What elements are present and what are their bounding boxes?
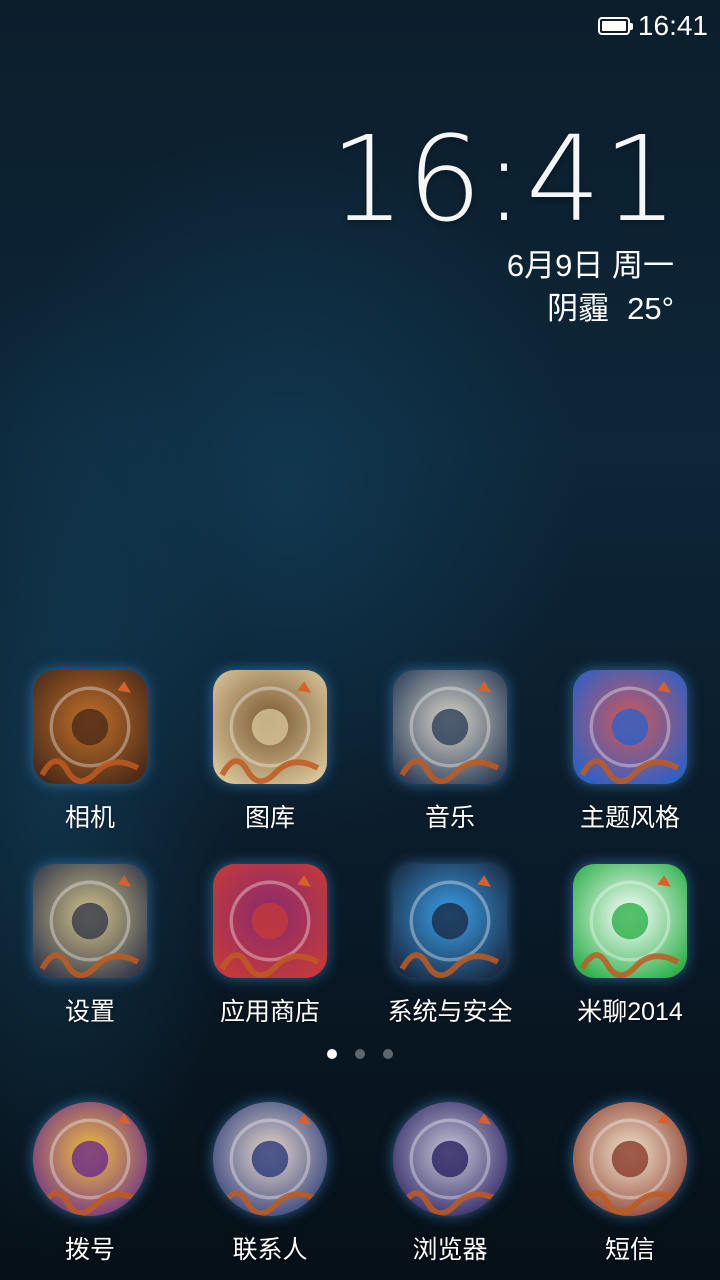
app-label: 米聊2014	[577, 998, 683, 1026]
app-label: 图库	[244, 804, 295, 832]
weather-condition: 阴霾	[547, 291, 610, 326]
app-label: 系统与安全	[387, 998, 513, 1026]
page-dot-0[interactable]	[327, 1049, 337, 1059]
status-time: 16:41	[637, 10, 708, 41]
app-label: 拨号	[64, 1236, 115, 1264]
dock-app-2[interactable]: 浏览器	[360, 1090, 540, 1280]
home-app-6[interactable]: 系统与安全	[360, 854, 540, 1048]
pipa-lute-icon	[393, 670, 507, 784]
home-app-4[interactable]: 设置	[0, 854, 180, 1048]
miliao-icon	[573, 864, 687, 978]
dock: 拨号 联系人 浏览器 短信	[0, 1090, 720, 1280]
home-app-0[interactable]: 相机	[0, 660, 180, 854]
contacts-portrait-icon	[213, 1102, 327, 1216]
vajra-settings-icon	[33, 864, 147, 978]
home-app-5[interactable]: 应用商店	[180, 854, 360, 1048]
battery-icon	[598, 17, 633, 35]
clock-widget-time[interactable]: 16:41	[330, 110, 680, 248]
dock-app-3[interactable]: 短信	[540, 1090, 720, 1280]
clock-widget-date: 6月9日 周一	[506, 248, 674, 283]
theme-cards-icon	[573, 670, 687, 784]
browser-moon-icon	[393, 1102, 507, 1216]
camera-hand-icon	[33, 670, 147, 784]
sms-scroll-icon	[573, 1102, 687, 1216]
app-label: 浏览器	[412, 1236, 488, 1264]
page-dot-1[interactable]	[355, 1049, 365, 1059]
banner-store-icon	[213, 864, 327, 978]
app-label: 短信	[604, 1236, 655, 1264]
page-dot-2[interactable]	[383, 1049, 393, 1059]
page-indicator[interactable]	[0, 1049, 720, 1059]
dock-app-1[interactable]: 联系人	[180, 1090, 360, 1280]
weather-widget[interactable]: 阴霾 25°	[547, 283, 674, 328]
home-app-7[interactable]: 米聊2014	[540, 854, 720, 1048]
app-label: 音乐	[424, 804, 475, 832]
app-label: 应用商店	[219, 998, 320, 1026]
weather-temperature: 25°	[627, 291, 674, 326]
gallery-scroll-icon	[213, 670, 327, 784]
app-grid: 相机 图库 音乐 主题风格 设置 应用商店 系统与安全 米聊2014	[0, 660, 720, 1048]
home-app-3[interactable]: 主题风格	[540, 660, 720, 854]
status-bar: 16:41	[0, 0, 720, 52]
app-label: 相机	[64, 804, 115, 832]
app-label: 主题风格	[579, 804, 680, 832]
home-app-2[interactable]: 音乐	[360, 660, 540, 854]
app-label: 联系人	[232, 1236, 308, 1264]
app-label: 设置	[64, 998, 115, 1026]
system-security-icon	[393, 864, 507, 978]
dock-app-0[interactable]: 拨号	[0, 1090, 180, 1280]
home-app-1[interactable]: 图库	[180, 660, 360, 854]
dialer-icon	[33, 1102, 147, 1216]
